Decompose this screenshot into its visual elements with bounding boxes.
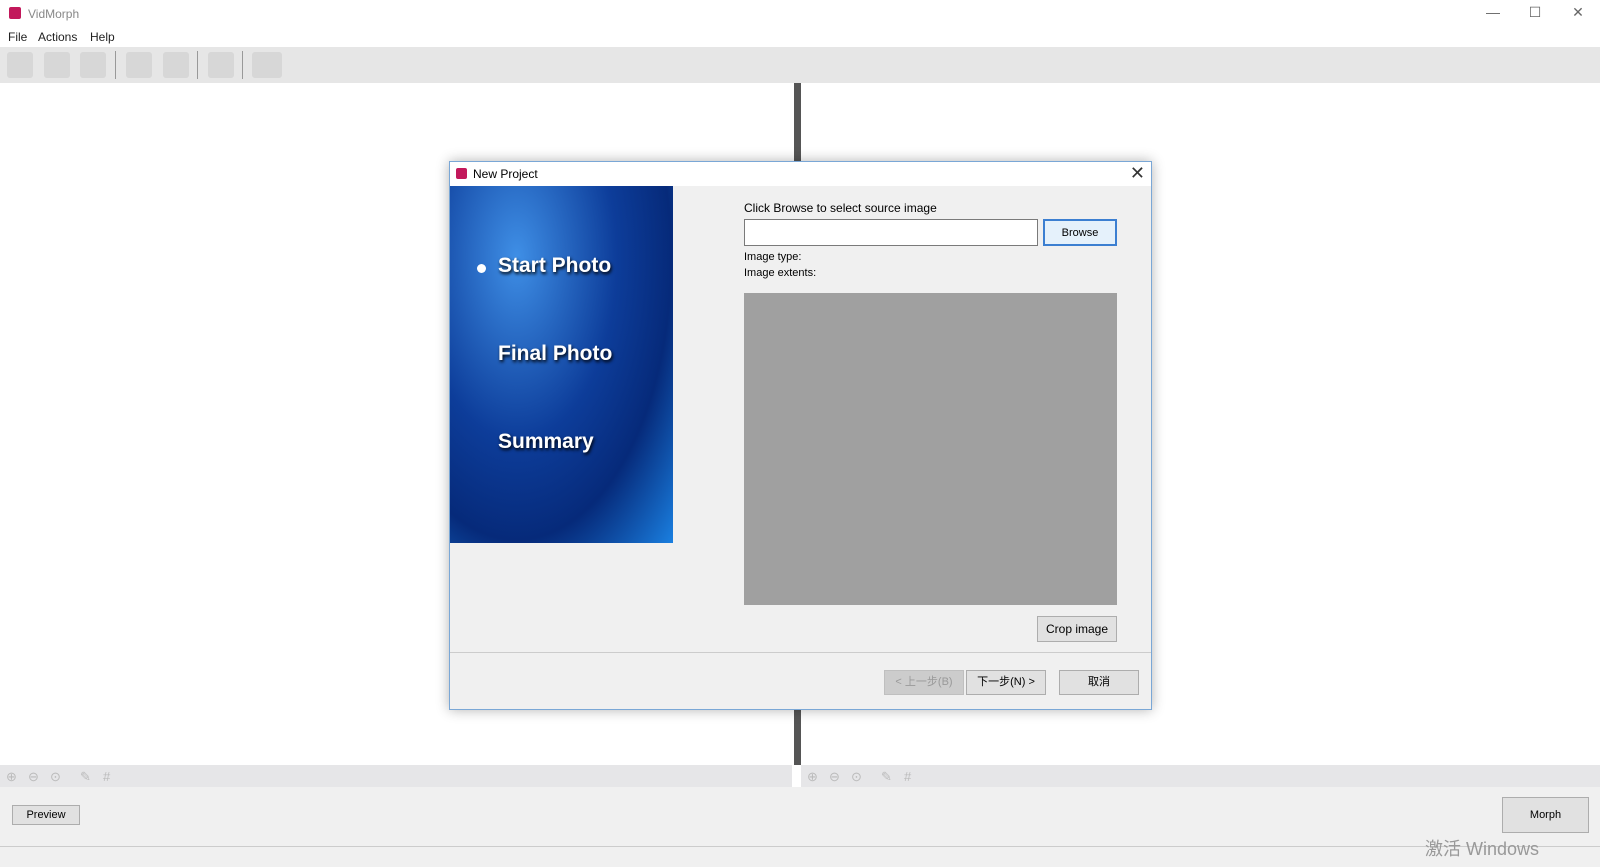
active-step-bullet-icon [477, 264, 486, 273]
dialog-close-button[interactable]: ✕ [1130, 163, 1145, 184]
new-icon[interactable] [7, 52, 33, 78]
maximize-button[interactable]: ☐ [1520, 4, 1550, 24]
edit-icon[interactable]: ✎ [80, 769, 91, 785]
app-icon [9, 7, 21, 19]
wizard-steps-panel: Start Photo Final Photo Summary [450, 186, 673, 543]
toolbar-divider [115, 51, 116, 79]
zoom-fit-icon[interactable]: ⊙ [50, 769, 61, 785]
menu-help[interactable]: Help [90, 30, 115, 44]
next-button[interactable]: 下一步(N) > [966, 670, 1046, 695]
grid-icon[interactable]: # [103, 769, 110, 784]
close-button[interactable]: ✕ [1563, 4, 1593, 24]
zoom-in-icon[interactable]: ⊕ [6, 769, 17, 785]
app-title: VidMorph [28, 7, 80, 21]
dialog-title: New Project [473, 167, 538, 181]
film-icon[interactable] [252, 52, 282, 78]
app-icon [456, 168, 467, 179]
crop-image-button[interactable]: Crop image [1037, 616, 1117, 642]
instruction-label: Click Browse to select source image [744, 201, 937, 215]
dialog-divider [450, 652, 1151, 653]
toolbar [0, 47, 1600, 83]
back-button[interactable]: < 上一步(B) [884, 670, 964, 695]
step-start-photo: Start Photo [498, 254, 612, 277]
preview-button[interactable]: Preview [12, 805, 80, 825]
refresh-icon[interactable] [163, 52, 189, 78]
browse-button[interactable]: Browse [1043, 219, 1117, 246]
image-extents-label: Image extents: [744, 267, 817, 279]
step-final-photo: Final Photo [498, 342, 613, 365]
activation-watermark: 激活 Windows [1425, 839, 1540, 859]
dialog-title-bar: New Project ✕ [450, 162, 1151, 186]
open-icon[interactable] [44, 52, 70, 78]
import-icon[interactable] [126, 52, 152, 78]
source-image-path-input[interactable] [744, 219, 1038, 246]
zoom-out-icon[interactable]: ⊖ [28, 769, 39, 785]
cancel-button[interactable]: 取消 [1059, 670, 1139, 695]
bottom-panel: Preview Morph [0, 787, 1600, 867]
image-type-label: Image type: [744, 251, 802, 263]
toolbar-divider [197, 51, 198, 79]
grid-icon[interactable]: # [904, 769, 911, 784]
left-zoom-bar: ⊕ ⊖ ⊙ ✎ # [0, 765, 792, 787]
zoom-out-icon[interactable]: ⊖ [829, 769, 840, 785]
menu-bar: File Actions Help [0, 28, 1600, 47]
image-preview [744, 293, 1117, 605]
keys-icon[interactable] [208, 52, 234, 78]
new-project-dialog: New Project ✕ Start Photo Final Photo Su… [449, 161, 1152, 710]
zoom-fit-icon[interactable]: ⊙ [851, 769, 862, 785]
title-bar: VidMorph — ☐ ✕ [0, 0, 1600, 28]
toolbar-divider [242, 51, 243, 79]
step-summary: Summary [498, 430, 594, 453]
menu-file[interactable]: File [8, 30, 27, 44]
save-icon[interactable] [80, 52, 106, 78]
edit-icon[interactable]: ✎ [881, 769, 892, 785]
zoom-in-icon[interactable]: ⊕ [807, 769, 818, 785]
divider [0, 846, 1600, 847]
morph-button[interactable]: Morph [1502, 797, 1589, 833]
right-zoom-bar: ⊕ ⊖ ⊙ ✎ # [801, 765, 1600, 787]
minimize-button[interactable]: — [1478, 4, 1508, 24]
menu-actions[interactable]: Actions [38, 30, 77, 44]
